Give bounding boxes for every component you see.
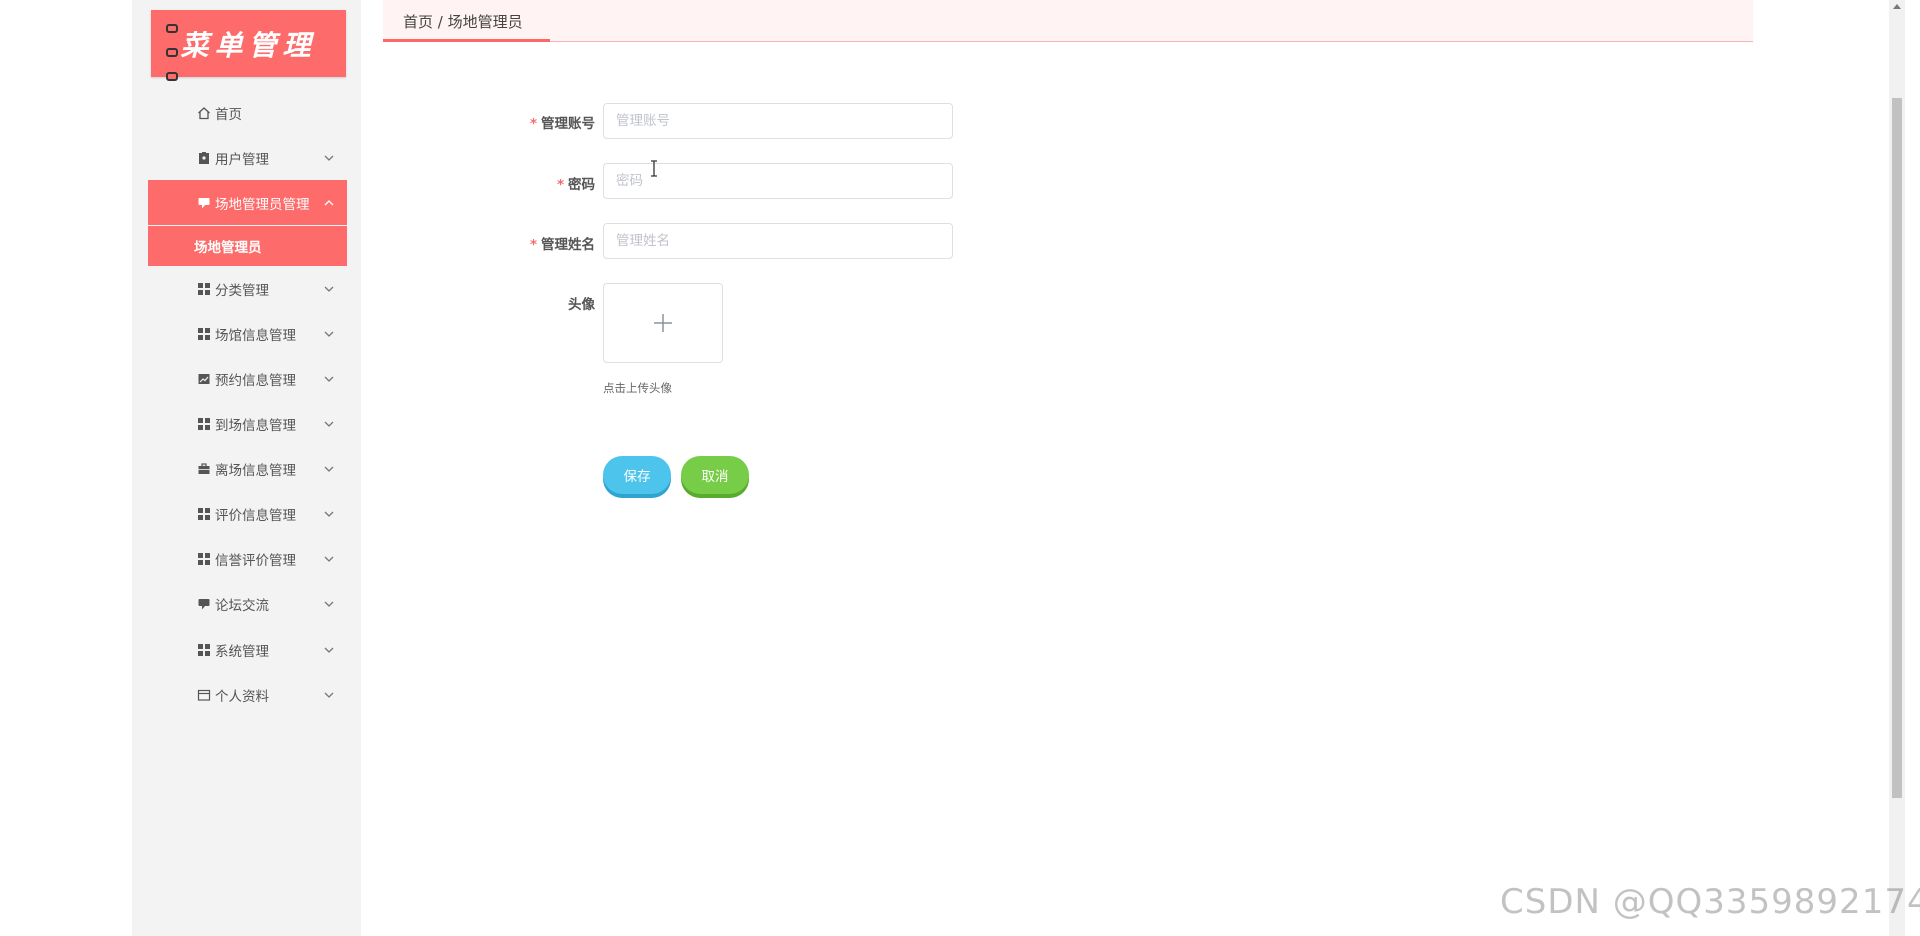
account-label: * 管理账号 — [529, 116, 595, 132]
sidebar-item-label: 信誉评价管理 — [215, 552, 296, 569]
account-input[interactable] — [603, 103, 953, 139]
sidebar-item-users[interactable]: 用户管理 — [148, 135, 347, 180]
chevron-down-icon — [324, 692, 334, 698]
chevron-up-icon — [324, 199, 334, 205]
chart-icon — [197, 372, 211, 386]
sidebar-item-label: 个人资料 — [215, 688, 269, 705]
chevron-down-icon — [324, 511, 334, 517]
briefcase-icon — [197, 462, 211, 476]
grid-icon — [197, 327, 211, 341]
sidebar-item-review[interactable]: 评价信息管理 — [148, 491, 347, 536]
chat-icon — [197, 196, 211, 210]
sidebar-item-label: 分类管理 — [215, 282, 269, 299]
home-icon — [197, 106, 211, 120]
sidebar-subitem-venue-admin[interactable]: 场地管理员 — [148, 226, 347, 266]
breadcrumb-bar: 首页 / 场地管理员 — [383, 0, 1753, 42]
sidebar-item-label: 场地管理员管理 — [215, 196, 310, 213]
sidebar-item-departure[interactable]: 离场信息管理 — [148, 446, 347, 491]
sidebar-item-label: 预约信息管理 — [215, 372, 296, 389]
binder-rings — [166, 24, 180, 82]
sidebar-item-reservation[interactable]: 预约信息管理 — [148, 356, 347, 401]
sidebar-item-category[interactable]: 分类管理 — [148, 266, 347, 311]
password-label: * 密码 — [556, 177, 595, 193]
sidebar-item-venue-info[interactable]: 场馆信息管理 — [148, 311, 347, 356]
page-scrollbar[interactable] — [1889, 0, 1905, 936]
active-tab-underline — [383, 39, 550, 42]
sidebar-item-home[interactable]: 首页 — [148, 90, 347, 135]
sidebar-item-forum[interactable]: 论坛交流 — [148, 581, 347, 626]
chevron-down-icon — [324, 155, 334, 161]
sidebar-item-label: 首页 — [215, 106, 242, 123]
sidebar-item-label: 评价信息管理 — [215, 507, 296, 524]
scrollbar-thumb[interactable] — [1892, 98, 1902, 798]
sidebar-item-credit[interactable]: 信誉评价管理 — [148, 536, 347, 581]
chevron-down-icon — [324, 556, 334, 562]
chevron-down-icon — [324, 376, 334, 382]
sidebar-item-arrival[interactable]: 到场信息管理 — [148, 401, 347, 446]
scroll-up-arrow-icon[interactable] — [1893, 4, 1901, 9]
sidebar-item-system[interactable]: 系统管理 — [148, 627, 347, 672]
sidebar-item-profile[interactable]: 个人资料 — [148, 672, 347, 717]
chevron-down-icon — [324, 466, 334, 472]
name-input[interactable] — [603, 223, 953, 259]
calendar-icon — [197, 688, 211, 702]
name-label: * 管理姓名 — [529, 237, 595, 253]
save-button[interactable]: 保存 — [603, 456, 671, 494]
avatar-uploader[interactable] — [603, 283, 723, 363]
chevron-down-icon — [324, 286, 334, 292]
grid-icon — [197, 417, 211, 431]
menu-header-title: 菜单管理 — [180, 28, 317, 62]
chevron-down-icon — [324, 331, 334, 337]
sidebar-item-venue-admin[interactable]: 场地管理员管理 — [148, 180, 347, 225]
cancel-button[interactable]: 取消 — [681, 456, 749, 494]
plus-icon — [654, 314, 672, 332]
avatar-label: 头像 — [568, 297, 595, 313]
grid-icon — [197, 643, 211, 657]
chat-icon — [197, 597, 211, 611]
text-cursor-icon — [651, 160, 657, 177]
sidebar-item-label: 场馆信息管理 — [215, 327, 296, 344]
sidebar-item-label: 离场信息管理 — [215, 462, 296, 479]
sidebar-item-label: 论坛交流 — [215, 597, 269, 614]
user-badge-icon — [197, 151, 211, 165]
grid-icon — [197, 552, 211, 566]
sidebar-item-label: 到场信息管理 — [215, 417, 296, 434]
sidebar-item-label: 用户管理 — [215, 151, 269, 168]
sidebar-item-label: 系统管理 — [215, 643, 269, 660]
chevron-down-icon — [324, 421, 334, 427]
watermark: CSDN @QQ3359892174 — [1500, 882, 1920, 922]
menu-header: 菜单管理 — [151, 10, 346, 81]
grid-icon — [197, 507, 211, 521]
sidebar: 菜单管理 首页 用户管理 场地管理员管理 场地管理员 分类管理 场馆信息管理 预… — [132, 0, 361, 936]
chevron-down-icon — [324, 601, 334, 607]
upload-tip: 点击上传头像 — [603, 381, 672, 395]
chevron-down-icon — [324, 647, 334, 653]
breadcrumb[interactable]: 首页 / 场地管理员 — [403, 11, 523, 32]
grid-icon — [197, 282, 211, 296]
